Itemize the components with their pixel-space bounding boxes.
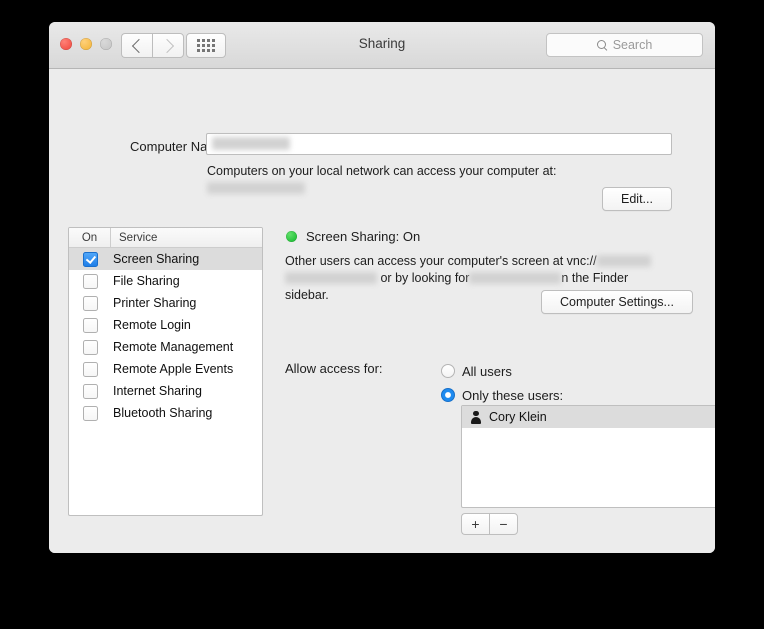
service-row-internet-sharing[interactable]: Internet Sharing: [69, 380, 262, 402]
hostname-redacted-value: [207, 182, 305, 194]
status-indicator-icon: [286, 231, 297, 242]
computer-name-label: Computer Name:: [130, 139, 229, 154]
user-name: Cory Klein: [489, 410, 547, 424]
checkbox-checked-icon[interactable]: [82, 251, 98, 267]
radio-label-only-these-users: Only these users:: [462, 387, 564, 403]
service-row-printer-sharing[interactable]: Printer Sharing: [69, 292, 262, 314]
computer-name-redacted-value: [212, 137, 290, 150]
search-icon: [596, 39, 608, 51]
service-status-row: Screen Sharing: On: [286, 229, 420, 244]
service-label: Screen Sharing: [113, 252, 200, 266]
column-header-service: Service: [119, 231, 158, 244]
checkbox-unchecked-icon[interactable]: [82, 295, 98, 311]
local-network-subtitle: Computers on your local network can acce…: [207, 164, 557, 178]
service-row-remote-apple-events[interactable]: Remote Apple Events: [69, 358, 262, 380]
preferences-content: Computer Name: Computers on your local n…: [49, 69, 715, 553]
computer-name-redacted-3: [469, 272, 562, 284]
search-input[interactable]: Search: [546, 33, 703, 57]
service-label: Printer Sharing: [113, 296, 197, 310]
services-list-header: On Service: [69, 228, 262, 248]
service-checkbox-cell: [69, 295, 111, 311]
service-label: Internet Sharing: [113, 384, 202, 398]
service-checkbox-cell: [69, 405, 111, 421]
checkbox-unchecked-icon[interactable]: [82, 383, 98, 399]
checkbox-unchecked-icon[interactable]: [82, 361, 98, 377]
radio-button-unselected-icon[interactable]: [441, 364, 455, 378]
allowed-users-list[interactable]: Cory Klein: [461, 405, 715, 508]
vnc-address-redacted-2: [285, 272, 377, 284]
vnc-address-redacted: [596, 255, 651, 267]
service-checkbox-cell: [69, 251, 111, 267]
service-label: Bluetooth Sharing: [113, 406, 213, 420]
services-list[interactable]: On Service Screen Sharing File Sharing P…: [68, 227, 263, 516]
service-label: Remote Apple Events: [113, 362, 234, 376]
service-label: Remote Management: [113, 340, 234, 354]
allow-access-label: Allow access for:: [285, 361, 383, 376]
description-part-1: Other users can access your computer's s…: [285, 254, 597, 268]
service-row-bluetooth-sharing[interactable]: Bluetooth Sharing: [69, 402, 262, 424]
add-user-button[interactable]: +: [461, 513, 489, 535]
checkbox-unchecked-icon[interactable]: [82, 405, 98, 421]
sharing-preferences-window: Sharing Search Computer Name: Computers …: [49, 22, 715, 553]
checkbox-unchecked-icon[interactable]: [82, 317, 98, 333]
service-row-screen-sharing[interactable]: Screen Sharing: [69, 248, 262, 270]
edit-button[interactable]: Edit...: [602, 187, 672, 211]
description-part-2: or by looking for: [380, 271, 470, 285]
radio-button-selected-icon[interactable]: [441, 388, 455, 402]
service-label: File Sharing: [113, 274, 180, 288]
computer-name-field[interactable]: [206, 133, 672, 155]
radio-label-all-users: All users: [462, 363, 512, 379]
status-text: Screen Sharing: On: [306, 229, 421, 244]
service-row-remote-management[interactable]: Remote Management: [69, 336, 262, 358]
service-checkbox-cell: [69, 339, 111, 355]
radio-option-all-users[interactable]: All users: [441, 359, 563, 383]
service-checkbox-cell: [69, 273, 111, 289]
window-titlebar: Sharing Search: [49, 22, 715, 69]
service-checkbox-cell: [69, 361, 111, 377]
column-header-on: On: [81, 231, 98, 244]
checkbox-unchecked-icon[interactable]: [82, 339, 98, 355]
service-row-remote-login[interactable]: Remote Login: [69, 314, 262, 336]
search-placeholder: Search: [612, 38, 653, 52]
add-remove-user-buttons: + −: [461, 513, 518, 535]
service-checkbox-cell: [69, 383, 111, 399]
service-row-file-sharing[interactable]: File Sharing: [69, 270, 262, 292]
radio-option-only-these-users[interactable]: Only these users:: [441, 383, 563, 407]
computer-settings-button[interactable]: Computer Settings...: [541, 290, 693, 314]
allow-access-radio-group: All users Only these users:: [441, 359, 563, 407]
person-icon: [469, 410, 482, 424]
service-checkbox-cell: [69, 317, 111, 333]
service-label: Remote Login: [113, 318, 191, 332]
user-list-item[interactable]: Cory Klein: [462, 406, 715, 428]
checkbox-unchecked-icon[interactable]: [82, 273, 98, 289]
remove-user-button[interactable]: −: [489, 513, 518, 535]
